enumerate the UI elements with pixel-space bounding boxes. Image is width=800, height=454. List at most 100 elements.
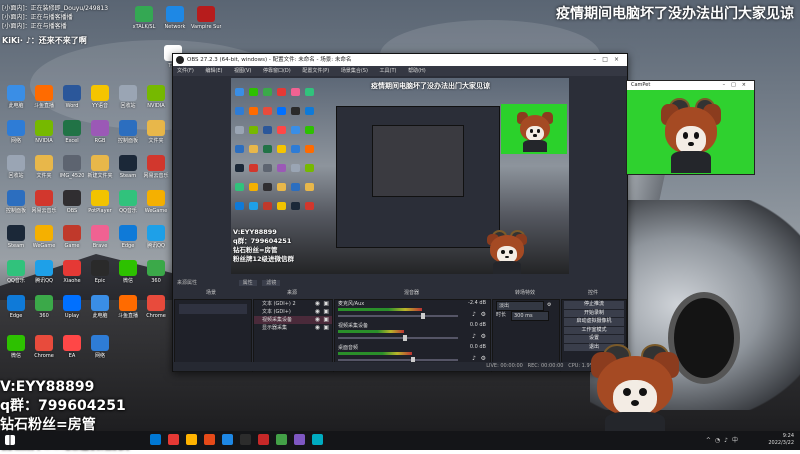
desktop-icon[interactable]: Steam <box>5 225 27 253</box>
desktop-icon[interactable]: Vampire Survivors <box>191 6 221 34</box>
desktop-icon[interactable]: 新建文件夹 <box>87 155 113 183</box>
start-recording-button[interactable]: 开始录制 <box>564 309 624 317</box>
source-item[interactable]: 视频采集设备 ◉ ▣ <box>254 316 332 324</box>
desktop-icon[interactable]: 斗鱼直播 <box>117 295 139 323</box>
desktop-icon[interactable]: NVIDIA <box>145 85 167 113</box>
desktop-icon[interactable]: Game <box>61 225 83 253</box>
eye-icon[interactable]: ◉ <box>315 308 320 316</box>
desktop-icon[interactable]: Network <box>164 6 186 34</box>
pet-window[interactable]: CamPet –□× <box>626 80 755 175</box>
taskbar-app-icon[interactable] <box>240 434 251 445</box>
desktop-icon[interactable]: Edge <box>117 225 139 253</box>
eye-icon[interactable]: ◉ <box>315 316 320 324</box>
duration-input[interactable]: 300 ms <box>511 311 549 321</box>
virtual-camera-button[interactable]: 启动虚拟摄像机 <box>564 318 624 326</box>
menu-edit[interactable]: 编辑(E) <box>205 68 222 74</box>
desktop-icon[interactable]: 文件夹 <box>33 155 55 183</box>
taskbar-app-icon[interactable] <box>222 434 233 445</box>
desktop-icon[interactable]: 此电脑 <box>5 85 27 113</box>
source-item[interactable]: 显示器采集 ◉ ▣ <box>254 324 332 332</box>
close-icon[interactable]: × <box>742 82 752 88</box>
properties-button[interactable]: 属性 <box>238 280 257 286</box>
menu-scene-collection[interactable]: 场景集合(S) <box>341 68 368 74</box>
desktop-icon[interactable]: WeGame <box>33 225 55 253</box>
scene-list-item[interactable] <box>179 304 247 314</box>
filters-button[interactable]: 滤镜 <box>262 280 281 286</box>
windows-start-icon[interactable] <box>5 435 15 445</box>
desktop-icon[interactable]: xTALK/SL <box>133 6 155 34</box>
eye-icon[interactable]: ◉ <box>315 300 320 308</box>
desktop-icon[interactable]: Chrome <box>145 295 167 323</box>
desktop-icon[interactable]: QQ音乐 <box>117 190 139 218</box>
desktop-icon[interactable]: YY语音 <box>89 85 111 113</box>
taskbar-app-icon[interactable] <box>150 434 161 445</box>
speaker-icon[interactable]: ♪ <box>472 333 476 340</box>
desktop-icon[interactable]: 360 <box>33 295 55 323</box>
desktop-icon[interactable]: 腾讯QQ <box>145 225 167 253</box>
volume-slider[interactable] <box>338 313 458 319</box>
eye-icon[interactable]: ◉ <box>315 324 320 332</box>
taskbar-app-icon[interactable] <box>294 434 305 445</box>
lock-icon[interactable]: ▣ <box>323 300 329 308</box>
taskbar-app-icon[interactable] <box>312 434 323 445</box>
lock-icon[interactable]: ▣ <box>323 308 329 316</box>
taskbar-app-icon[interactable] <box>258 434 269 445</box>
obs-title-bar[interactable]: OBS 27.2.3 (64-bit, windows) - 配置文件: 未命名… <box>173 54 627 66</box>
desktop-icon[interactable]: 网络 <box>5 120 27 148</box>
desktop-icon[interactable]: 微信 <box>5 335 27 363</box>
minimize-icon[interactable]: – <box>723 82 732 88</box>
desktop-icon[interactable]: Epic <box>89 260 111 288</box>
desktop-icon[interactable]: 360 <box>145 260 167 288</box>
desktop-icon[interactable]: 此电脑 <box>89 295 111 323</box>
desktop-icon[interactable]: OBS <box>61 190 83 218</box>
volume-slider-handle[interactable] <box>402 335 407 341</box>
taskbar-app-icon[interactable] <box>276 434 287 445</box>
desktop-icon[interactable]: QQ音乐 <box>5 260 27 288</box>
volume-slider-handle[interactable] <box>420 313 425 319</box>
menu-help[interactable]: 帮助(H) <box>408 68 426 74</box>
gear-icon[interactable]: ⚙ <box>481 355 486 362</box>
desktop-icon[interactable]: EA <box>61 335 83 363</box>
desktop-icon[interactable]: NVIDIA <box>33 120 55 148</box>
desktop-icon[interactable]: Uplay <box>61 295 83 323</box>
taskbar-app-icon[interactable] <box>168 434 179 445</box>
desktop-icon[interactable]: Excel <box>61 120 83 148</box>
pet-window-title-bar[interactable]: CamPet –□× <box>627 81 754 90</box>
source-item[interactable]: 文本 (GDI+) 2 ◉ ▣ <box>254 300 332 308</box>
desktop-icon[interactable]: 斗鱼直播 <box>33 85 55 113</box>
menu-file[interactable]: 文件(F) <box>177 68 194 74</box>
desktop-icon[interactable]: PotPlayer <box>88 190 112 218</box>
volume-slider[interactable] <box>338 357 458 363</box>
taskbar-app-icon[interactable] <box>204 434 215 445</box>
chevron-up-icon[interactable]: ^ <box>706 437 715 444</box>
obs-preview[interactable]: 疫情期间电脑坏了没办法出门大家见谅 V:EYY88899 q群：79960425… <box>231 78 569 274</box>
maximize-icon[interactable]: □ <box>731 82 742 88</box>
taskbar-app-icon[interactable] <box>186 434 197 445</box>
desktop-icon[interactable]: IMG_4520 <box>60 155 84 183</box>
desktop-icon[interactable]: 微信 <box>117 260 139 288</box>
desktop-icon[interactable]: Word <box>61 85 83 113</box>
desktop-icon[interactable]: Edge <box>5 295 27 323</box>
desktop-icon[interactable]: 网络 <box>89 335 111 363</box>
desktop-icon[interactable]: Xiaohe <box>61 260 83 288</box>
desktop-icon[interactable]: 回收站 <box>117 85 139 113</box>
obs-window[interactable]: OBS 27.2.3 (64-bit, windows) - 配置文件: 未命名… <box>172 53 628 372</box>
stop-streaming-button[interactable]: 停止推流 <box>564 301 624 309</box>
desktop-icon[interactable]: Brave <box>89 225 111 253</box>
plus-icon[interactable]: ⚙ <box>547 300 551 310</box>
desktop-icon[interactable]: Chrome <box>33 335 55 363</box>
desktop-icon[interactable]: 控制面板 <box>117 120 139 148</box>
menu-profile[interactable]: 配置文件(P) <box>302 68 329 74</box>
gear-icon[interactable]: ⚙ <box>481 333 486 340</box>
speaker-icon[interactable]: ♪ <box>472 311 476 318</box>
lock-icon[interactable]: ▣ <box>323 324 329 332</box>
desktop-icon[interactable]: 控制面板 <box>5 190 27 218</box>
menu-docks[interactable]: 停靠窗口(D) <box>263 68 291 74</box>
speaker-icon[interactable]: ♪ <box>472 355 476 362</box>
desktop-icon[interactable]: 网易云音乐 <box>143 155 169 183</box>
source-item[interactable]: 文本 (GDI+) ◉ ▣ <box>254 308 332 316</box>
volume-slider[interactable] <box>338 335 458 341</box>
desktop-icon[interactable]: RGB <box>89 120 111 148</box>
desktop-icon[interactable]: 腾讯QQ <box>33 260 55 288</box>
lock-icon[interactable]: ▣ <box>323 316 329 324</box>
